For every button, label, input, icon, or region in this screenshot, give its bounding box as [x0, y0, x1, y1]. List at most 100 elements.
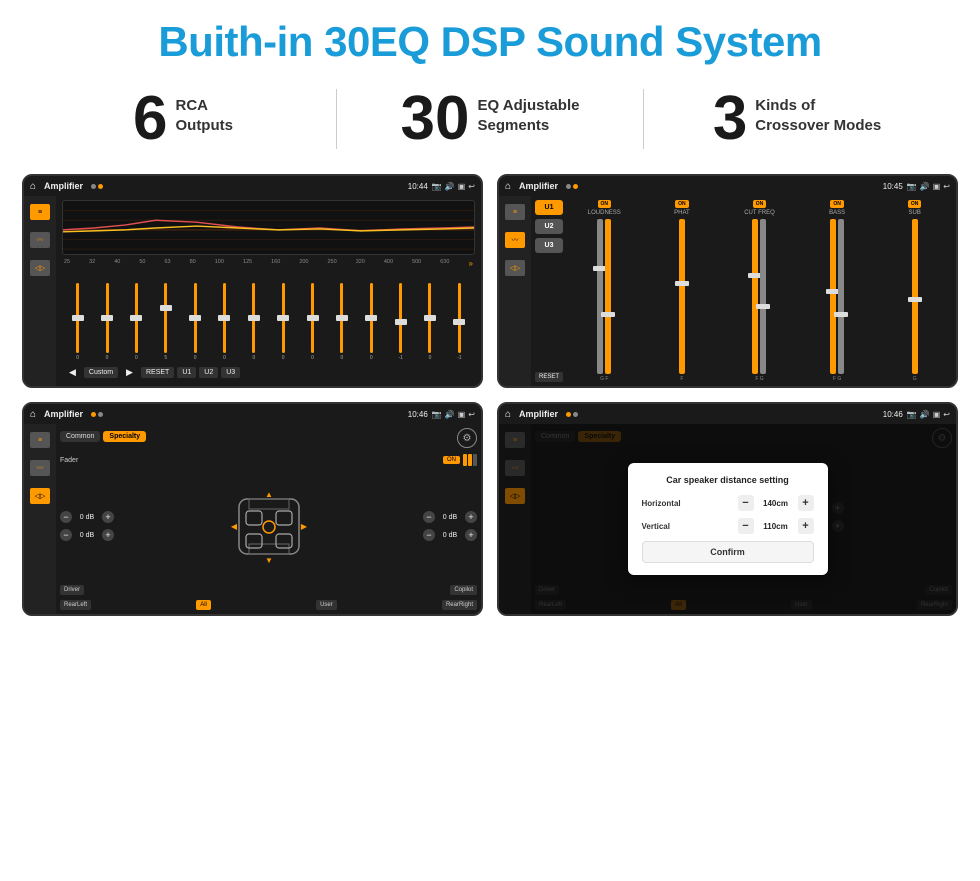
settings-icon[interactable]: ⚙ — [457, 428, 477, 448]
sidebar-vol-icon-3[interactable]: ◁▷ — [30, 488, 50, 504]
driver-btn[interactable]: Driver — [60, 585, 84, 595]
eq-slider-7: 0 — [270, 283, 297, 361]
rearleft-btn[interactable]: RearLeft — [60, 600, 91, 610]
eq-reset-btn[interactable]: RESET — [141, 367, 174, 378]
cutfreq-name: CUT FREQ — [744, 210, 775, 216]
all-btn[interactable]: All — [196, 600, 211, 610]
crossover-sidebar: ≡ 〰 ◁▷ — [499, 196, 531, 386]
vol-plus-tl[interactable]: + — [102, 511, 114, 523]
confirm-button[interactable]: Confirm — [642, 541, 814, 563]
sidebar-vol-icon-2[interactable]: ◁▷ — [505, 260, 525, 276]
stat-crossover: 3 Kinds of Crossover Modes — [654, 88, 940, 150]
loudness-track-g[interactable] — [597, 219, 603, 374]
eq-topbar-title: Amplifier — [44, 181, 83, 191]
left-vol-controls: − 0 dB + − 0 dB + — [60, 473, 114, 579]
eq-next-btn[interactable]: ▶ — [121, 365, 138, 380]
sidebar-wave-icon-2[interactable]: 〰 — [505, 232, 525, 248]
eq-slider-13: -1 — [446, 283, 473, 361]
phat-track[interactable] — [679, 219, 685, 374]
fader-screen-content: ≡ 〰 ◁▷ Common Specialty ⚙ Fader ON — [24, 424, 481, 614]
back-icon-2[interactable]: ↩ — [943, 182, 950, 191]
topbar-icons-2: 📷 🔊 ▣ ↩ — [907, 182, 950, 191]
vol-minus-tr[interactable]: − — [423, 511, 435, 523]
sidebar-wave-icon[interactable]: 〰 — [30, 232, 50, 248]
sub-track[interactable] — [912, 219, 918, 374]
camera-icon-3: 📷 — [432, 410, 442, 419]
vol-control-topleft: − 0 dB + — [60, 511, 114, 523]
crossover-reset-btn[interactable]: RESET — [535, 372, 563, 382]
bass-track-f[interactable] — [830, 219, 836, 374]
vertical-value: 110cm — [758, 522, 794, 531]
home-icon[interactable]: ⌂ — [30, 181, 36, 192]
sidebar-eq-icon-3[interactable]: ≡ — [30, 432, 50, 448]
sidebar-wave-icon-3[interactable]: 〰 — [30, 460, 50, 476]
home-icon-2[interactable]: ⌂ — [505, 181, 511, 192]
preset-u3-btn[interactable]: U3 — [535, 238, 563, 253]
eq-prev-btn[interactable]: ◀ — [64, 365, 81, 380]
cutfreq-on-badge[interactable]: ON — [753, 200, 767, 208]
page-header: Buith-in 30EQ DSP Sound System — [0, 0, 980, 76]
rearright-btn[interactable]: RearRight — [442, 600, 477, 610]
eq-u3-btn[interactable]: U3 — [221, 367, 240, 378]
eq-u2-btn[interactable]: U2 — [199, 367, 218, 378]
cutfreq-track-g[interactable] — [760, 219, 766, 374]
vol-plus-bl[interactable]: + — [102, 529, 114, 541]
bass-track-g[interactable] — [838, 219, 844, 374]
copilot-btn[interactable]: Copilot — [450, 585, 477, 595]
stat-rca: 6 RCA Outputs — [40, 88, 326, 150]
vol-plus-tr[interactable]: + — [465, 511, 477, 523]
horizontal-label: Horizontal — [642, 499, 681, 508]
crossover-screen-content: ≡ 〰 ◁▷ U1 U2 U3 RESET ON — [499, 196, 956, 386]
fader-screen-card: ⌂ Amplifier 10:46 📷 🔊 ▣ ↩ ≡ 〰 ◁▷ — [22, 402, 483, 616]
vol-plus-br[interactable]: + — [465, 529, 477, 541]
loudness-on-badge[interactable]: ON — [598, 200, 612, 208]
window-icon-2: ▣ — [933, 182, 941, 191]
vertical-minus-btn[interactable]: − — [738, 518, 754, 534]
phat-on-badge[interactable]: ON — [675, 200, 689, 208]
horizontal-control: − 140cm + — [738, 495, 814, 511]
sidebar-eq-icon[interactable]: ≡ — [30, 204, 50, 220]
vol-minus-br[interactable]: − — [423, 529, 435, 541]
eq-u1-btn[interactable]: U1 — [177, 367, 196, 378]
sidebar-eq-icon-2[interactable]: ≡ — [505, 204, 525, 220]
svg-text:▲: ▲ — [265, 490, 273, 499]
horizontal-minus-btn[interactable]: − — [738, 495, 754, 511]
dot-2 — [98, 184, 103, 189]
stat-divider-1 — [336, 89, 337, 149]
cutfreq-track-f[interactable] — [752, 219, 758, 374]
preset-u2-btn[interactable]: U2 — [535, 219, 563, 234]
user-btn[interactable]: User — [316, 600, 337, 610]
horizontal-plus-btn[interactable]: + — [798, 495, 814, 511]
fader-on-btn[interactable]: ON — [443, 456, 460, 464]
preset-u1-btn[interactable]: U1 — [535, 200, 563, 215]
bass-on-badge[interactable]: ON — [830, 200, 844, 208]
vol-minus-bl[interactable]: − — [60, 529, 72, 541]
back-icon-4[interactable]: ↩ — [943, 410, 950, 419]
sidebar-vol-icon[interactable]: ◁▷ — [30, 260, 50, 276]
eq-sidebar: ≡ 〰 ◁▷ — [24, 196, 56, 386]
screenshots-grid: ⌂ Amplifier 10:44 📷 🔊 ▣ ↩ ≡ 〰 ◁▷ — [0, 166, 980, 636]
dialog-vertical-row: Vertical − 110cm + — [642, 518, 814, 534]
vertical-plus-btn[interactable]: + — [798, 518, 814, 534]
eq-slider-2: 0 — [123, 283, 150, 361]
fader-tab-specialty[interactable]: Specialty — [103, 431, 146, 442]
crossover-main: U1 U2 U3 RESET ON LOUDNESS — [531, 196, 956, 386]
window-icon-4: ▣ — [933, 410, 941, 419]
dot-3 — [566, 184, 571, 189]
stat-eq: 30 EQ Adjustable Segments — [347, 88, 633, 150]
fader-tab-common[interactable]: Common — [60, 431, 100, 442]
volume-icon-4: 🔊 — [920, 410, 930, 419]
sub-on-badge[interactable]: ON — [908, 200, 922, 208]
crossover-topbar: ⌂ Amplifier 10:45 📷 🔊 ▣ ↩ — [499, 176, 956, 196]
back-icon[interactable]: ↩ — [468, 182, 475, 191]
dot-5 — [91, 412, 96, 417]
eq-freq-labels: 2532405063 80100125160200 25032040050063… — [62, 259, 475, 268]
loudness-track-f[interactable] — [605, 219, 611, 374]
dot-8 — [573, 412, 578, 417]
vol-minus-tl[interactable]: − — [60, 511, 72, 523]
home-icon-3[interactable]: ⌂ — [30, 409, 36, 420]
home-icon-4[interactable]: ⌂ — [505, 409, 511, 420]
eq-slider-3: 5 — [152, 283, 179, 361]
back-icon-3[interactable]: ↩ — [468, 410, 475, 419]
channel-sub: ON SUB G — [877, 200, 952, 382]
